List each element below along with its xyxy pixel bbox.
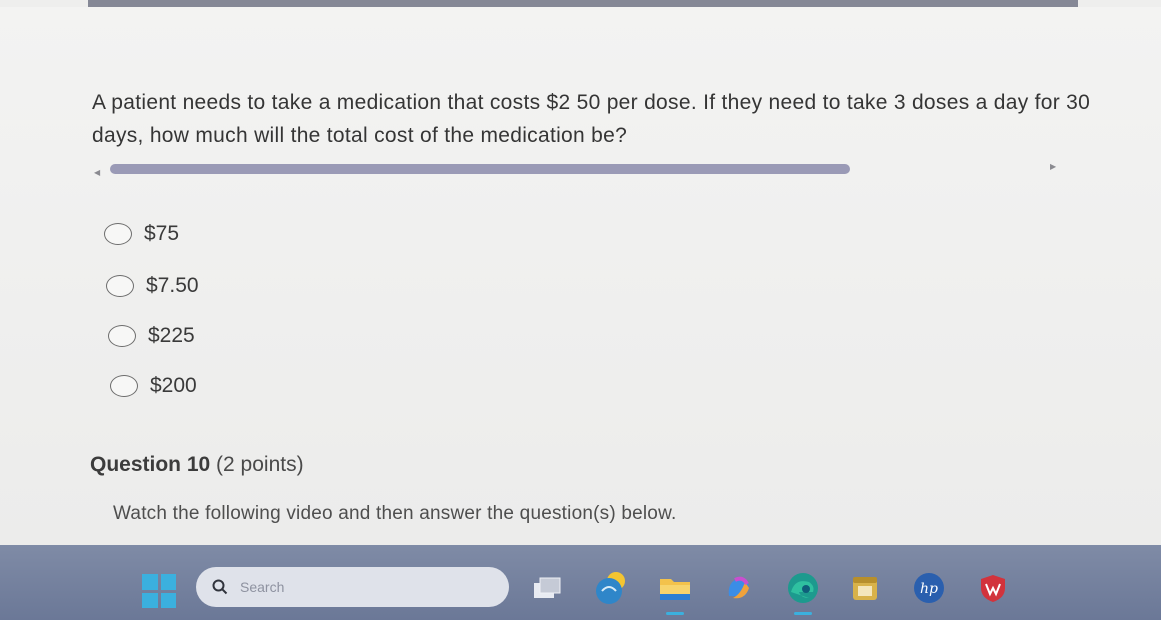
answer-option-label: $7.50 bbox=[146, 274, 199, 297]
scroll-left-arrow-icon[interactable]: ◀ bbox=[94, 168, 100, 177]
calendar-app-icon[interactable] bbox=[846, 569, 884, 607]
answer-option-label: $225 bbox=[148, 324, 195, 347]
answer-option-1[interactable]: $75 bbox=[104, 222, 179, 246]
active-indicator bbox=[666, 612, 684, 615]
active-indicator bbox=[794, 612, 812, 615]
copilot-icon[interactable] bbox=[720, 569, 758, 607]
windows-start-icon[interactable] bbox=[142, 574, 176, 608]
answer-option-label: $75 bbox=[144, 222, 180, 245]
taskbar-search-box[interactable]: Search bbox=[196, 567, 509, 607]
scroll-right-arrow-icon[interactable]: ▶ bbox=[1050, 162, 1056, 171]
edge-browser-icon[interactable] bbox=[784, 569, 822, 615]
task-view-icon[interactable] bbox=[528, 569, 566, 607]
answer-option-4[interactable]: $200 bbox=[110, 374, 197, 398]
question-heading: Question 10 (2 points) bbox=[90, 453, 304, 477]
hp-app-icon[interactable]: hp bbox=[910, 569, 948, 607]
answer-option-label: $200 bbox=[150, 374, 197, 397]
svg-text:hp: hp bbox=[920, 581, 938, 597]
file-explorer-icon[interactable] bbox=[656, 569, 694, 615]
search-placeholder: Search bbox=[240, 579, 285, 595]
radio-button[interactable] bbox=[106, 275, 134, 297]
radio-button[interactable] bbox=[108, 325, 136, 347]
answer-option-3[interactable]: $225 bbox=[108, 324, 195, 348]
horizontal-scrollbar[interactable] bbox=[110, 164, 850, 174]
radio-button[interactable] bbox=[110, 375, 138, 397]
question-number: Question 10 bbox=[90, 453, 211, 476]
search-icon bbox=[212, 579, 228, 595]
weather-widget-icon[interactable] bbox=[594, 569, 632, 607]
question-instructions: Watch the following video and then answe… bbox=[113, 503, 677, 524]
mcafee-icon[interactable] bbox=[974, 569, 1012, 607]
question-text: A patient needs to take a medication tha… bbox=[92, 91, 1091, 147]
answer-option-2[interactable]: $7.50 bbox=[106, 274, 199, 298]
taskbar: Search hp bbox=[0, 545, 1161, 620]
radio-button[interactable] bbox=[104, 223, 132, 245]
question-points: (2 points) bbox=[216, 453, 304, 476]
top-border-bar bbox=[88, 0, 1078, 7]
